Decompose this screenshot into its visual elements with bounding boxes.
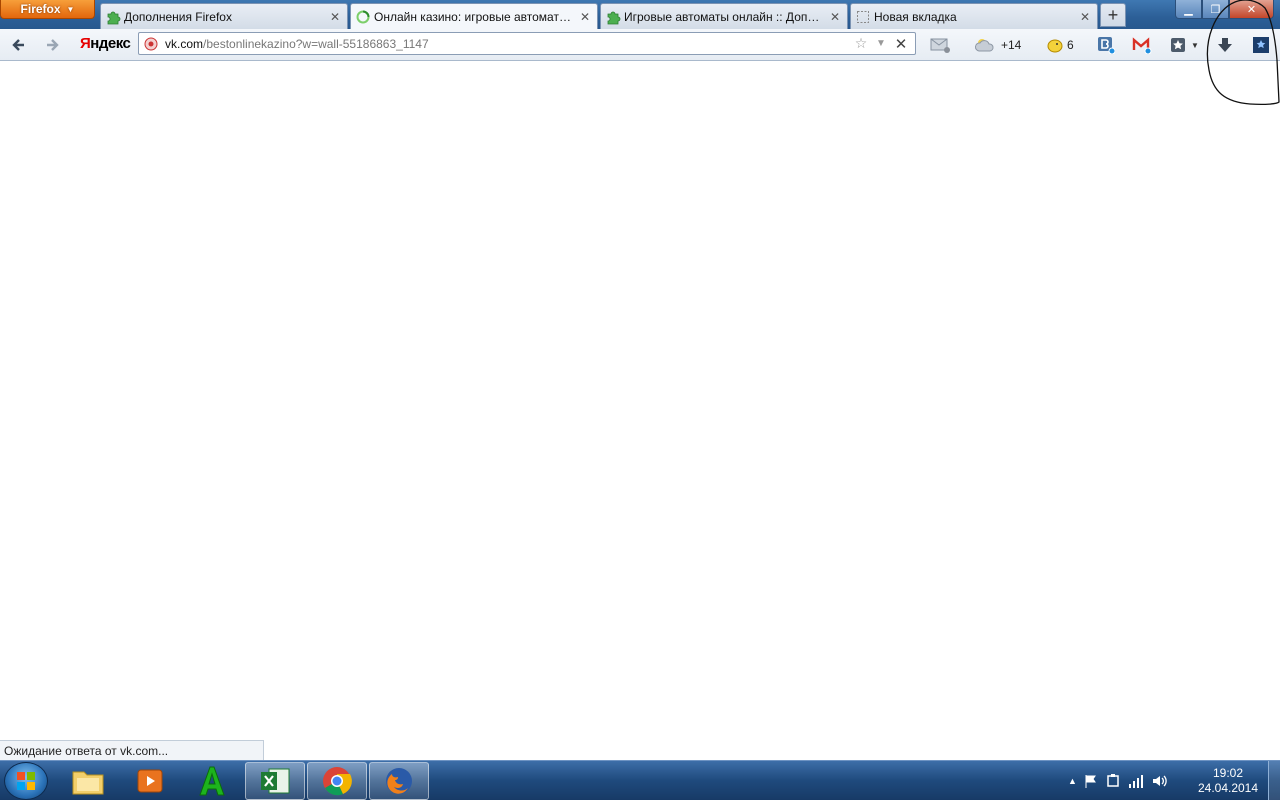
windows-logo-icon: [17, 772, 35, 790]
downloads-button[interactable]: [1216, 34, 1234, 56]
puzzle-icon: [605, 9, 621, 25]
counter-value: 6: [1067, 38, 1074, 52]
counter-button[interactable]: 6: [1046, 34, 1074, 56]
download-arrow-icon: [1218, 38, 1232, 52]
taskbar-firefox[interactable]: [369, 762, 429, 800]
taskbar-clock[interactable]: 19:02 24.04.2014: [1190, 766, 1266, 796]
mail-button[interactable]: [930, 34, 950, 56]
window-close-icon[interactable]: ✕: [1229, 0, 1274, 19]
vk-button[interactable]: [1097, 34, 1115, 56]
speaker-icon[interactable]: [1151, 773, 1169, 789]
arrow-left-icon: [12, 39, 24, 51]
tab-casino[interactable]: Онлайн казино: игровые автоматы ... ✕: [350, 3, 598, 30]
yandex-logo[interactable]: Яндекс: [80, 35, 131, 52]
weather-temperature: +14: [1001, 38, 1022, 52]
gmail-icon: [1132, 37, 1152, 54]
system-tray: ▲: [1068, 769, 1169, 793]
history-dropdown-icon[interactable]: ▼: [871, 34, 891, 54]
bookmarks-star-icon: [1171, 38, 1185, 52]
site-identity-icon[interactable]: [143, 36, 159, 52]
taskbar-explorer[interactable]: [58, 762, 118, 800]
tray-expand-icon[interactable]: ▲: [1068, 776, 1077, 786]
stop-icon[interactable]: ✕: [891, 34, 911, 54]
status-text: Ожидание ответа от vk.com...: [4, 744, 169, 758]
close-icon[interactable]: ✕: [579, 10, 591, 24]
taskbar-app-a[interactable]: [182, 762, 242, 800]
url-input[interactable]: vk.com/bestonlinekazino?w=wall-55186863_…: [165, 37, 851, 51]
close-icon[interactable]: ✕: [1079, 10, 1091, 24]
clock-date: 24.04.2014: [1197, 781, 1259, 795]
navigation-toolbar: Яндекс vk.com/bestonlinekazino?w=wall-55…: [0, 29, 1280, 61]
show-desktop-button[interactable]: [1268, 761, 1280, 800]
minimize-icon[interactable]: ▁: [1175, 0, 1202, 19]
excel-icon: [261, 768, 290, 794]
extension-icon: [1253, 37, 1269, 53]
maximize-icon[interactable]: ❐: [1202, 0, 1229, 19]
bookmark-star-icon[interactable]: ☆: [851, 34, 871, 54]
network-signal-icon[interactable]: [1127, 773, 1145, 789]
chick-icon: [1047, 39, 1063, 53]
tab-label: Онлайн казино: игровые автоматы ...: [374, 10, 575, 24]
new-tab-button[interactable]: +: [1100, 3, 1126, 27]
firefox-menu-button[interactable]: Firefox ▼: [0, 0, 95, 19]
device-icon[interactable]: [1105, 773, 1121, 789]
taskbar: ▲ 19:02 24.04.2014: [0, 760, 1280, 800]
extension-button[interactable]: [1252, 34, 1270, 56]
tab-addons[interactable]: Дополнения Firefox ✕: [100, 3, 348, 29]
clock-time: 19:02: [1212, 766, 1244, 780]
firefox-icon: [386, 768, 412, 794]
mail-icon: [930, 38, 950, 53]
tab-label: Игровые автоматы онлайн :: Допол...: [624, 9, 825, 24]
puzzle-icon: [105, 9, 121, 25]
green-letter-a-icon: [199, 766, 225, 796]
gmail-button[interactable]: [1132, 34, 1152, 56]
chevron-down-icon: ▼: [66, 4, 75, 14]
chrome-icon: [323, 767, 352, 796]
firefox-menu-label: Firefox: [20, 2, 61, 16]
taskbar-chrome[interactable]: [307, 762, 367, 800]
action-center-flag-icon[interactable]: [1083, 773, 1099, 789]
chevron-down-icon: ▼: [1191, 40, 1199, 50]
loading-spinner-icon: [355, 9, 371, 25]
forward-button[interactable]: [41, 34, 65, 56]
cloud-icon: [975, 39, 994, 52]
status-panel: Ожидание ответа от vk.com...: [0, 740, 264, 761]
folder-icon: [72, 771, 104, 795]
url-host: vk.com: [165, 36, 204, 51]
url-bar[interactable]: vk.com/bestonlinekazino?w=wall-55186863_…: [138, 32, 916, 55]
taskbar-excel[interactable]: [245, 762, 305, 800]
taskbar-media-player[interactable]: [120, 762, 180, 800]
arrow-right-icon: [47, 39, 59, 51]
tab-slots-addon[interactable]: Игровые автоматы онлайн :: Допол... ✕: [600, 3, 848, 29]
bookmarks-menu-button[interactable]: ▼: [1170, 34, 1199, 56]
yandex-logo-rest: ндекс: [90, 35, 131, 52]
close-icon[interactable]: ✕: [829, 10, 841, 24]
tab-new[interactable]: Новая вкладка ✕: [850, 3, 1098, 29]
yandex-logo-first-letter: Я: [80, 35, 91, 52]
tab-label: Новая вкладка: [874, 9, 957, 24]
title-bar: Firefox ▼ Дополнения Firefox ✕ Онлайн ка…: [0, 0, 1280, 30]
start-button[interactable]: [4, 762, 48, 800]
page-content: [0, 62, 1280, 740]
close-icon[interactable]: ✕: [329, 10, 341, 24]
blank-page-icon: [855, 9, 871, 25]
window-controls: ▁ ❐ ✕: [1175, 0, 1274, 19]
back-button[interactable]: [6, 34, 30, 56]
vk-icon: [1098, 37, 1115, 54]
tab-label: Дополнения Firefox: [124, 9, 232, 24]
media-player-icon: [137, 769, 163, 793]
weather-button[interactable]: +14: [974, 34, 1021, 56]
url-path: /bestonlinekazino?w=wall-55186863_1147: [203, 36, 429, 51]
